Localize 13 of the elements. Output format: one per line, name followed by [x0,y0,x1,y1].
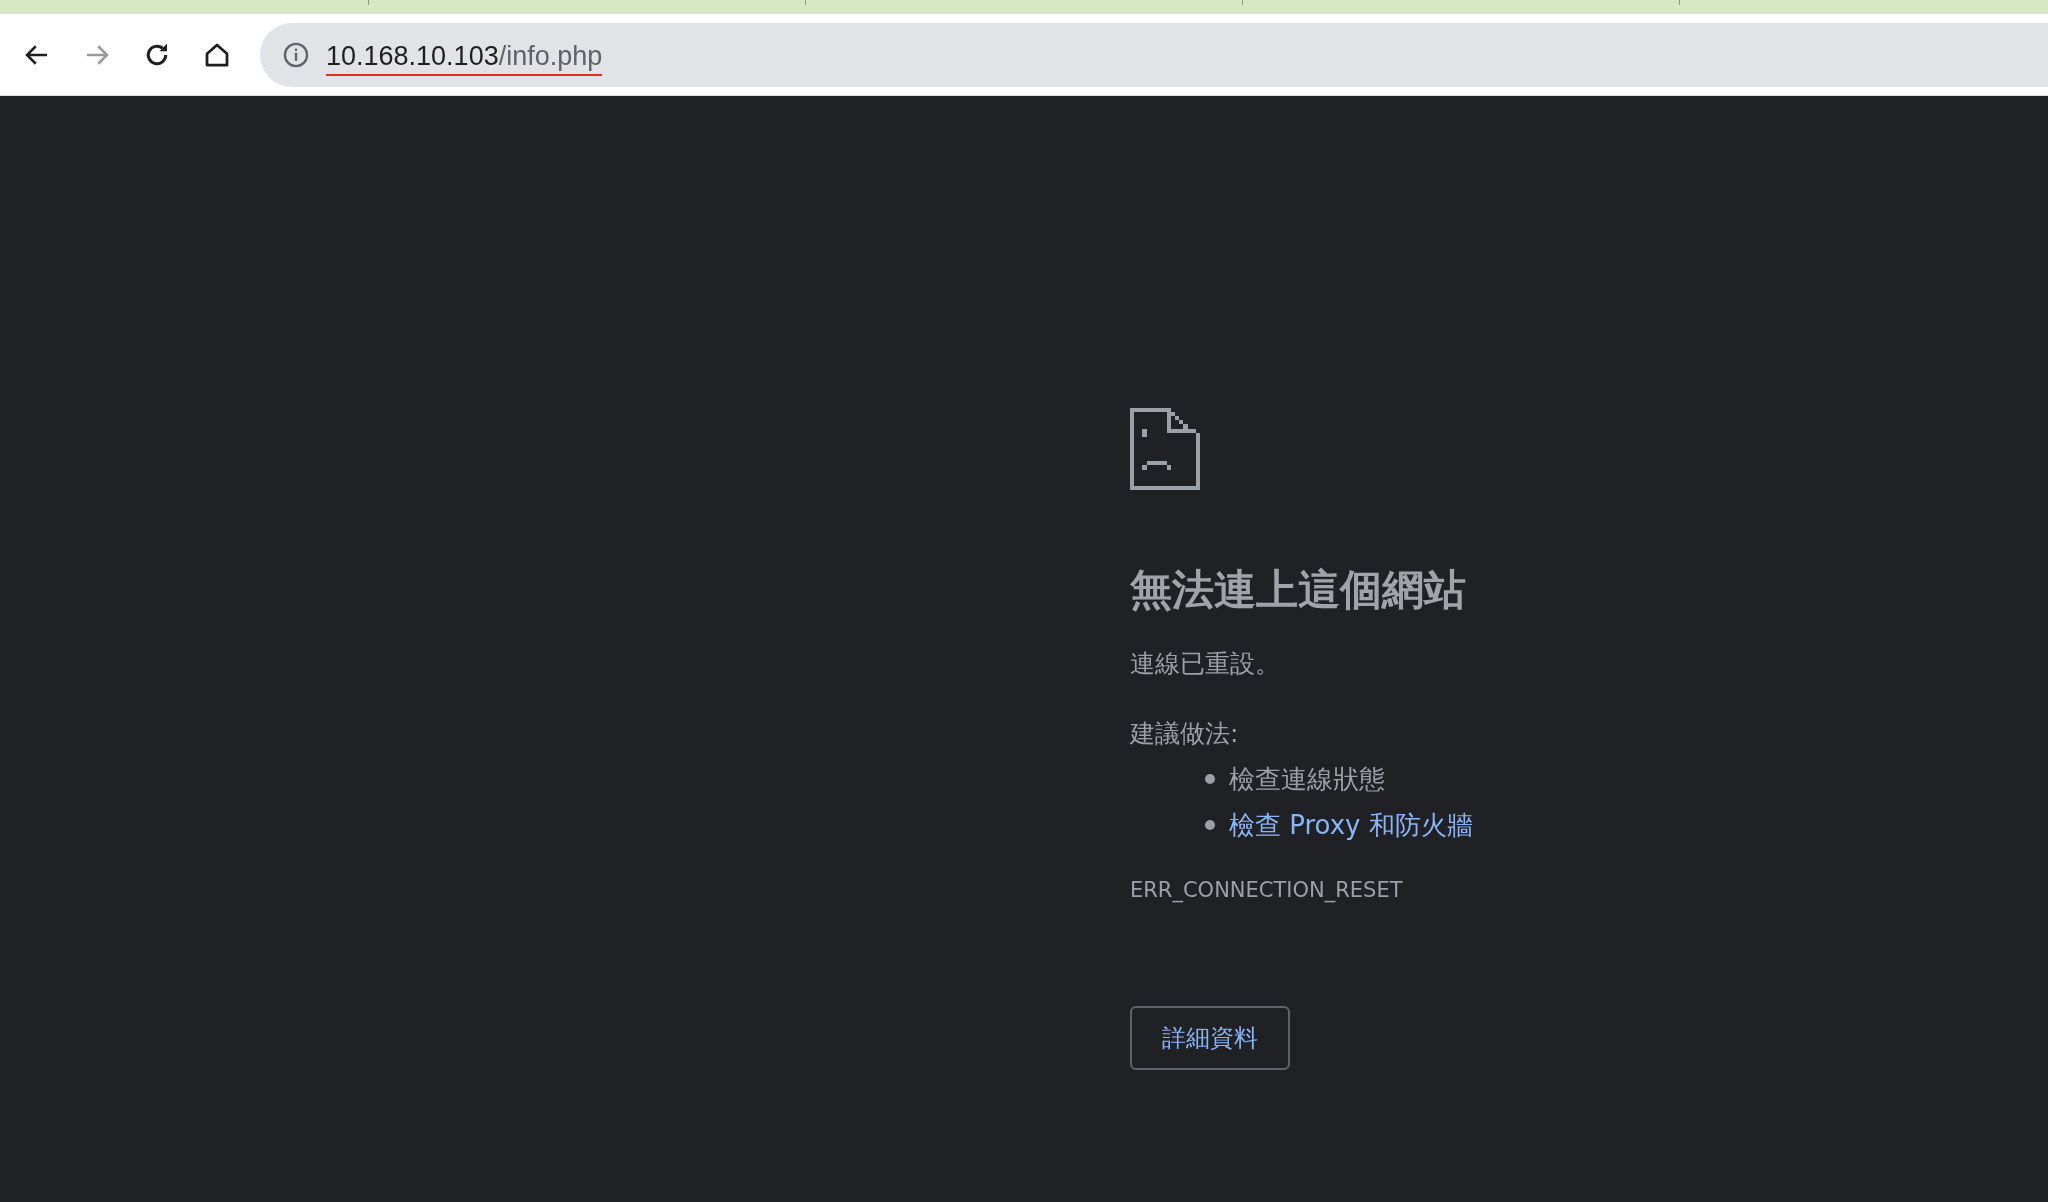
url-text: 10.168.10.103/info.php [326,38,603,76]
details-button[interactable]: 詳細資料 [1130,1006,1290,1070]
error-code: ERR_CONNECTION_RESET [1130,878,1403,902]
suggestion-text: 檢查連線狀態 [1229,762,1385,796]
sad-page-icon [1130,408,1200,490]
info-icon [282,40,310,69]
suggestions-heading: 建議做法: [1130,718,1239,750]
error-title: 無法連上這個網站 [1130,564,1466,616]
bullet-icon [1205,774,1215,784]
error-message: 連線已重設。 [1130,648,1280,680]
suggestion-link[interactable]: 檢查 Proxy 和防火牆 [1229,807,1473,843]
address-bar[interactable]: 10.168.10.103/info.php [260,22,2048,87]
bullet-icon [1205,820,1215,830]
